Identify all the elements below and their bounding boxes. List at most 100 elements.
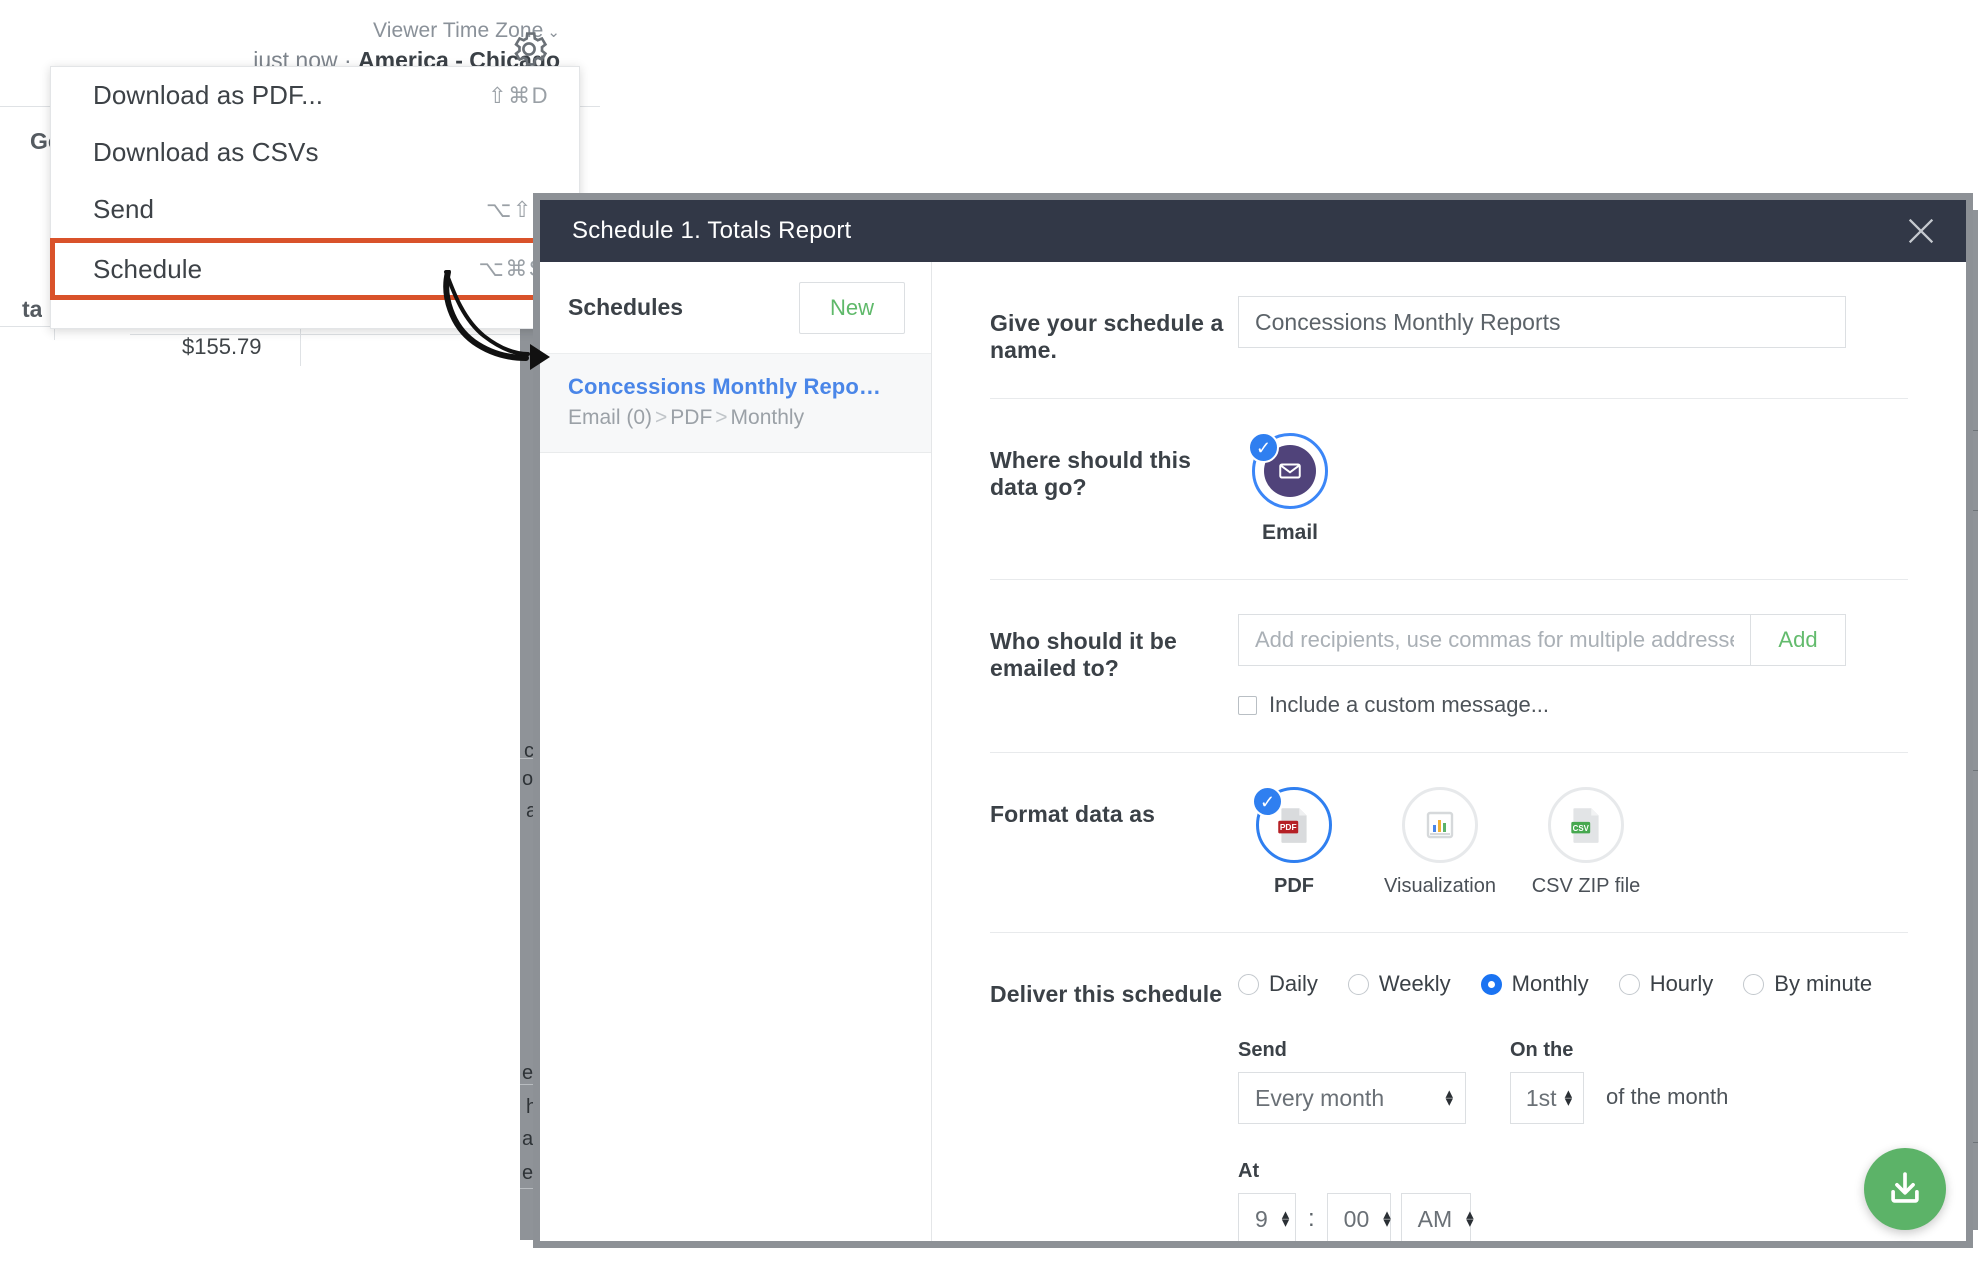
stepper-arrows-icon: ▴ ▾ xyxy=(1466,1205,1474,1231)
form-row-format: Format data as ✓ PDF PDF Visualization C… xyxy=(990,753,1908,933)
format-label: Format data as xyxy=(990,801,1156,827)
menu-item-send[interactable]: Send ⌥⇧S xyxy=(51,181,579,238)
format-control: ✓ PDF PDF Visualization CSV CSV ZIP file xyxy=(1238,786,1908,898)
minute-select[interactable]: 00 ▴ ▾ xyxy=(1326,1193,1391,1241)
close-icon[interactable] xyxy=(1904,214,1938,248)
include-custom-message-row[interactable]: Include a custom message... xyxy=(1238,692,1908,718)
format-option-pdf[interactable]: ✓ PDF PDF xyxy=(1238,786,1350,898)
custom-message-checkbox[interactable] xyxy=(1238,695,1257,715)
format-circle: ✓ PDF xyxy=(1252,786,1332,863)
destination-option-email[interactable]: ✓ Email xyxy=(1238,432,1342,545)
format-caption: CSV ZIP file xyxy=(1531,875,1641,897)
bg-text-fragment: ta xyxy=(22,296,43,322)
form-row-delivery: Deliver this schedule Daily Weekly Month… xyxy=(990,933,1908,1241)
radio-by-minute[interactable]: By minute xyxy=(1743,971,1872,997)
check-icon: ✓ xyxy=(1252,786,1283,817)
at-label: At xyxy=(1238,1160,1260,1182)
radio-dot xyxy=(1743,973,1765,995)
annotation-arrow-icon xyxy=(443,270,550,370)
menu-item-download-csvs[interactable]: Download as CSVs xyxy=(51,124,579,181)
radio-dot xyxy=(1618,973,1640,995)
sidebar-empty-area xyxy=(540,453,931,1241)
format-circle: CSV xyxy=(1548,787,1624,863)
day-of-month-value: 1st xyxy=(1525,1084,1557,1111)
radio-daily[interactable]: Daily xyxy=(1238,971,1318,997)
gear-icon[interactable] xyxy=(508,28,550,70)
radio-dot xyxy=(1238,973,1259,995)
send-frequency-select[interactable]: Every month ▴ ▾ xyxy=(1238,1072,1466,1124)
time-colon: : xyxy=(1308,1205,1315,1232)
chevron-right-icon: > xyxy=(715,406,728,429)
check-icon: ✓ xyxy=(1248,432,1279,463)
stepper-arrows-icon: ▴ ▾ xyxy=(1445,1084,1453,1110)
modal-body: Schedules New Concessions Monthly Repo… … xyxy=(540,262,1966,1241)
form-row-name: Give your schedule a name. xyxy=(990,262,1908,399)
radio-hourly[interactable]: Hourly xyxy=(1618,971,1714,997)
format-caption: PDF xyxy=(1274,875,1314,897)
name-label: Give your schedule a name. xyxy=(990,310,1224,363)
meridiem-select[interactable]: AM ▴ ▾ xyxy=(1400,1193,1474,1241)
delivery-label: Deliver this schedule xyxy=(990,981,1223,1007)
timezone-selector[interactable]: Viewer Time Zone ⌄ xyxy=(160,18,560,44)
custom-message-label: Include a custom message... xyxy=(1269,692,1550,717)
delivery-cadence-radios: Daily Weekly Monthly Hourly By minute xyxy=(1238,967,1908,997)
stepper-arrows-icon: ▴ ▾ xyxy=(1281,1205,1290,1231)
new-schedule-button[interactable]: New xyxy=(798,281,905,334)
hour-value: 9 xyxy=(1255,1205,1268,1232)
menu-item-shortcut: ⇧⌘D xyxy=(488,82,549,108)
delivery-detail-row: Send Every month ▴ ▾ On the 1st ▴ ▾ of t… xyxy=(1238,1039,1908,1124)
recipients-label: Who should it be emailed to? xyxy=(990,628,1177,681)
destination-circle: ✓ xyxy=(1248,432,1328,509)
format-option-csv-zip[interactable]: CSV CSV ZIP file xyxy=(1530,787,1642,898)
menu-item-label: Download as PDF... xyxy=(93,80,324,110)
schedule-meta: Email (0) > PDF > Monthly xyxy=(568,406,905,430)
radio-label: Daily xyxy=(1269,971,1318,996)
format-options: ✓ PDF PDF Visualization CSV CSV ZIP file xyxy=(1238,786,1908,898)
format-caption: Visualization xyxy=(1384,875,1496,897)
radio-dot xyxy=(1480,973,1502,995)
svg-text:PDF: PDF xyxy=(1280,822,1297,832)
send-group: Send Every month ▴ ▾ xyxy=(1238,1039,1466,1124)
of-the-month-label: of the month xyxy=(1606,1084,1729,1109)
download-fab-button[interactable] xyxy=(1864,1148,1946,1230)
name-control xyxy=(1238,296,1908,348)
bg-text-fragment: a xyxy=(522,1128,534,1150)
radio-label: By minute xyxy=(1774,971,1873,996)
send-label: Send xyxy=(1238,1039,1287,1061)
radio-monthly[interactable]: Monthly xyxy=(1480,971,1589,997)
chart-icon xyxy=(1426,811,1454,839)
schedule-meta-destination: Email (0) xyxy=(568,406,653,429)
schedules-sidebar: Schedules New Concessions Monthly Repo… … xyxy=(540,262,932,1241)
schedule-form: Give your schedule a name. Where should … xyxy=(932,262,1966,1241)
on-the-label: On the xyxy=(1510,1039,1574,1061)
download-icon xyxy=(1891,1172,1919,1203)
recipients-input[interactable] xyxy=(1238,614,1750,666)
form-row-destination: Where should this data go? ✓ Email xyxy=(990,399,1908,580)
modal-title: Schedule 1. Totals Report xyxy=(572,217,852,244)
destination-options: ✓ Email xyxy=(1238,432,1908,545)
radio-label: Weekly xyxy=(1378,971,1451,996)
add-recipient-button[interactable]: Add xyxy=(1750,614,1846,666)
modal-header: Schedule 1. Totals Report xyxy=(540,200,1966,262)
radio-weekly[interactable]: Weekly xyxy=(1347,971,1451,997)
day-of-month-select[interactable]: 1st ▴ ▾ xyxy=(1510,1072,1584,1124)
send-frequency-value: Every month xyxy=(1255,1084,1385,1111)
meridiem-value: AM xyxy=(1417,1205,1453,1232)
schedule-name-input[interactable] xyxy=(1238,296,1846,348)
format-option-visualization[interactable]: Visualization xyxy=(1384,787,1496,898)
schedule-meta-cadence: Monthly xyxy=(730,406,805,429)
minute-value: 00 xyxy=(1343,1205,1370,1232)
bg-value: $155.79 xyxy=(182,334,262,359)
csv-file-icon: CSV xyxy=(1571,808,1599,843)
radio-label: Hourly xyxy=(1649,971,1714,996)
chevron-right-icon: > xyxy=(655,406,668,429)
on-the-group: On the 1st ▴ ▾ xyxy=(1510,1039,1584,1124)
menu-item-download-pdf[interactable]: Download as PDF... ⇧⌘D xyxy=(51,67,579,124)
recipients-control: Add Include a custom message... xyxy=(1238,614,1908,718)
hour-select[interactable]: 9 ▴ ▾ xyxy=(1238,1193,1296,1241)
schedule-meta-format: PDF xyxy=(670,406,713,429)
delivery-detail: Send Every month ▴ ▾ On the 1st ▴ ▾ of t… xyxy=(1238,997,1908,1241)
recipients-input-group: Add xyxy=(1238,614,1846,666)
menu-item-label: Download as CSVs xyxy=(93,137,319,167)
radio-label: Monthly xyxy=(1511,971,1589,996)
